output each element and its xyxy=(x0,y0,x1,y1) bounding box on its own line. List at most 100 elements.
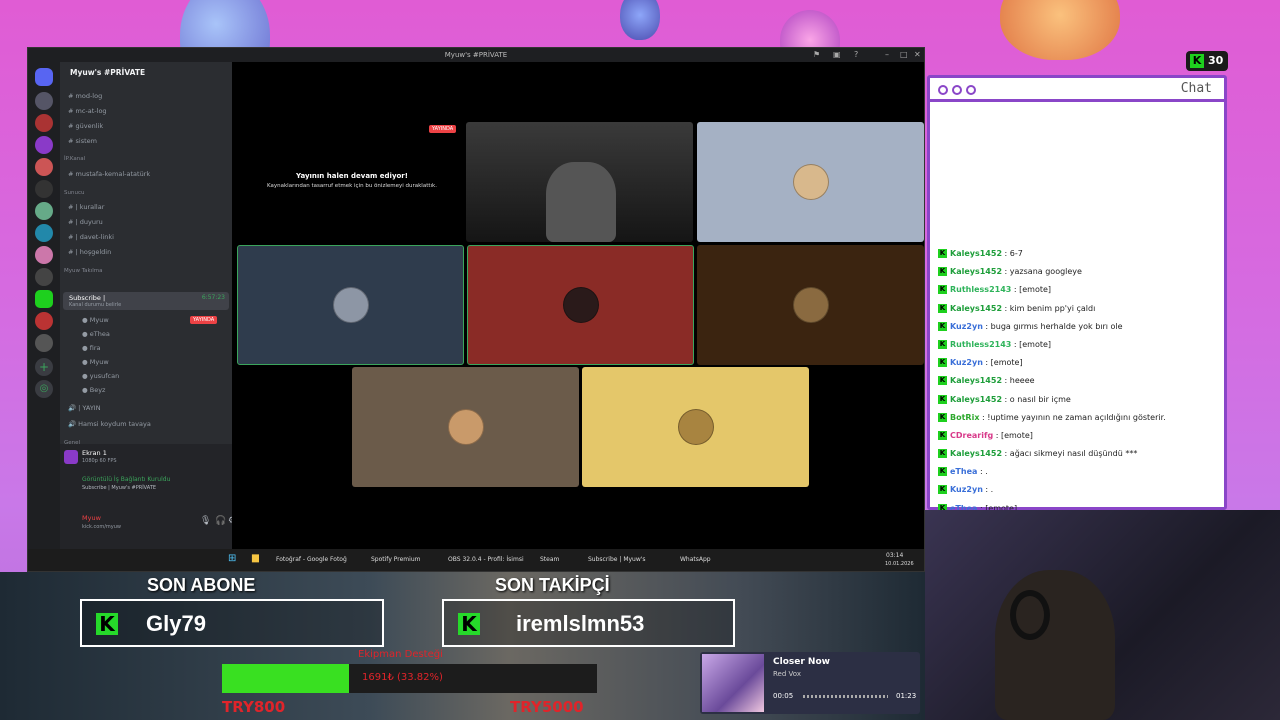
user-name[interactable]: Myuw xyxy=(82,514,101,522)
chat-message: K Kaleys1452 : ağacı sikmeyi nasıl düşünd… xyxy=(938,449,1138,459)
kick-server-icon[interactable] xyxy=(35,290,53,308)
server-icon[interactable] xyxy=(35,136,53,154)
chat-username[interactable]: Ruthless2143 xyxy=(950,285,1011,294)
chat-username[interactable]: Ruthless2143 xyxy=(950,340,1011,349)
avatar xyxy=(562,287,599,323)
chat-username[interactable]: CDrearifg xyxy=(950,431,993,440)
kick-logo-icon: K xyxy=(1190,54,1204,68)
channel-item[interactable]: # güvenlik xyxy=(68,122,103,130)
last-sub-label: SON ABONE xyxy=(147,575,256,595)
chat-text: [emote] xyxy=(1019,285,1052,295)
participant-tile[interactable] xyxy=(467,245,694,365)
category-header[interactable]: Sunucu xyxy=(64,190,84,196)
add-server-icon[interactable]: + xyxy=(35,358,53,376)
member-item[interactable]: ● Myuw xyxy=(82,316,109,324)
taskbar-app[interactable]: Fotoğraf - Google Fotoğ xyxy=(276,556,347,563)
taskbar-app[interactable]: Subscribe | Myuw's xyxy=(588,556,646,563)
server-icon[interactable] xyxy=(35,224,53,242)
chat-text: [emote] xyxy=(1000,430,1033,440)
category-header[interactable]: İP.Kanal xyxy=(64,156,85,162)
decor-blob xyxy=(620,0,660,40)
channel-item[interactable]: 🔊 | YAYIN xyxy=(68,404,101,412)
screen-label: Ekran 1 xyxy=(82,449,107,457)
webcam-tile[interactable] xyxy=(466,122,693,242)
participant-tile[interactable] xyxy=(697,245,924,365)
server-icon[interactable] xyxy=(35,158,53,176)
kick-badge-icon: K xyxy=(938,249,947,258)
chat-username[interactable]: eThea xyxy=(950,467,977,476)
chat-username[interactable]: Kaleys1452 xyxy=(950,376,1002,385)
inbox-icon[interactable]: ⚑ xyxy=(813,48,820,62)
member-item[interactable]: ● fira xyxy=(82,344,101,352)
chat-username[interactable]: Kuz2yn xyxy=(950,322,983,331)
headset-icon[interactable]: 🎧 xyxy=(215,516,226,526)
kick-badge-icon: K xyxy=(938,485,947,495)
active-voice-channel[interactable]: Subscribe | Kanal durumu belirle 6:57:23 xyxy=(63,292,229,310)
channel-item[interactable]: # | davet-linki xyxy=(68,233,114,241)
window-dot-icon xyxy=(952,85,962,95)
folder-icon[interactable]: ▆ xyxy=(252,553,259,563)
channel-item[interactable]: # mod-log xyxy=(68,92,102,100)
participant-tile[interactable] xyxy=(582,367,809,487)
window-dot-icon xyxy=(966,85,976,95)
chat-username[interactable]: Kuz2yn xyxy=(950,485,983,494)
participant-tile[interactable] xyxy=(697,122,924,242)
server-icon[interactable] xyxy=(35,246,53,264)
server-icon[interactable] xyxy=(35,334,53,352)
window-dot-icon xyxy=(938,85,948,95)
taskbar-date: 10.01.2026 xyxy=(885,561,914,567)
close-button[interactable]: ✕ xyxy=(914,48,921,62)
participant-tile[interactable] xyxy=(352,367,579,487)
mic-icon[interactable]: 🎙 xyxy=(200,516,211,526)
member-item[interactable]: ● Myuw xyxy=(82,358,109,366)
channel-item[interactable]: # | duyuru xyxy=(68,218,103,226)
server-icon[interactable] xyxy=(35,92,53,110)
chat-username[interactable]: Kaleys1452 xyxy=(950,267,1002,276)
minimize-button[interactable]: – xyxy=(885,48,889,62)
server-icon[interactable] xyxy=(35,312,53,330)
server-icon[interactable] xyxy=(35,114,53,132)
server-icon[interactable] xyxy=(35,268,53,286)
chat-username[interactable]: Kaleys1452 xyxy=(950,395,1002,404)
member-item[interactable]: ● eThea xyxy=(82,330,110,338)
discord-home-icon[interactable] xyxy=(35,68,53,86)
member-item[interactable]: ● Beyz xyxy=(82,386,105,394)
member-item[interactable]: ● yusufcan xyxy=(82,372,119,380)
chat-text: ağacı sikmeyi nasıl düşündü *** xyxy=(1009,449,1138,459)
live-badge: YAYINDA xyxy=(429,125,457,133)
explore-icon[interactable]: ◎ xyxy=(35,380,53,398)
donation-min: TRY800 xyxy=(222,698,286,716)
taskbar-app[interactable]: Spotify Premium xyxy=(371,556,420,563)
chat-text: heeee xyxy=(1009,376,1035,386)
chat-username[interactable]: BotRix xyxy=(950,413,979,422)
kick-badge-icon: K xyxy=(938,467,947,477)
last-follow-box: K iremlslmn53 xyxy=(442,599,735,647)
streamer-webcam xyxy=(925,510,1280,720)
screen-icon[interactable]: ▣ xyxy=(833,48,841,62)
chat-text: o nasıl bir içme xyxy=(1009,394,1071,404)
help-icon[interactable]: ? xyxy=(854,48,858,62)
channel-item[interactable]: # mc-at-log xyxy=(68,107,107,115)
avatar xyxy=(792,164,829,200)
server-icon[interactable] xyxy=(35,202,53,220)
taskbar-app[interactable]: Steam xyxy=(540,556,559,563)
channel-item[interactable]: # | hoşgeldin xyxy=(68,248,111,256)
category-header[interactable]: Myuw Takılma xyxy=(64,268,103,274)
chat-username[interactable]: Kaleys1452 xyxy=(950,304,1002,313)
chat-username[interactable]: Kuz2yn xyxy=(950,358,983,367)
server-name[interactable]: Myuw's #PRİVATE xyxy=(70,68,145,77)
channel-item[interactable]: # | kurallar xyxy=(68,203,104,211)
channel-item[interactable]: # sistem xyxy=(68,137,97,145)
taskbar-app[interactable]: WhatsApp xyxy=(680,556,711,563)
maximize-button[interactable]: □ xyxy=(900,48,908,62)
participant-tile[interactable] xyxy=(237,245,464,365)
channel-item[interactable]: # mustafa-kemal-atatürk xyxy=(68,170,150,178)
last-sub-name: Gly79 xyxy=(146,611,206,636)
chat-text: 6-7 xyxy=(1009,249,1023,258)
start-icon[interactable]: ⊞ xyxy=(228,553,236,564)
chat-username[interactable]: Kaleys1452 xyxy=(950,449,1002,458)
server-icon[interactable] xyxy=(35,180,53,198)
taskbar-app[interactable]: OBS 32.0.4 - Profil: İsimsi xyxy=(448,556,524,563)
channel-item[interactable]: 🔊 Hamsi koydum tavaya xyxy=(68,420,151,428)
chat-username[interactable]: Kaleys1452 xyxy=(950,249,1002,258)
